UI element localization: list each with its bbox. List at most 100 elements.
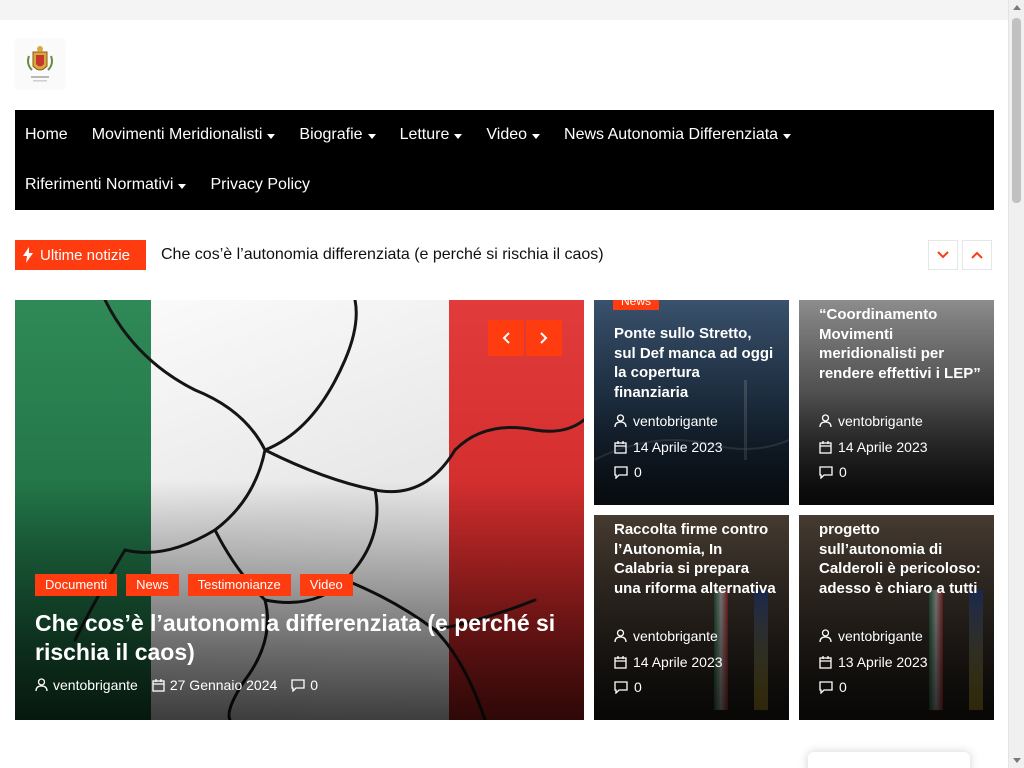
- card-author[interactable]: ventobrigante: [633, 628, 718, 644]
- featured-slider[interactable]: Documenti News Testimonianze Video Che cos’…: [15, 300, 584, 720]
- chevron-down-icon: [937, 251, 949, 259]
- hero-author[interactable]: ventobrigante: [53, 677, 138, 693]
- ticker-label: Ultime notizie: [15, 240, 146, 270]
- nav-item-label: Biografie: [299, 126, 363, 143]
- nav-item-label: Letture: [399, 126, 450, 143]
- card-comments[interactable]: 0: [839, 679, 847, 695]
- card-date[interactable]: 14 Aprile 2023: [633, 439, 723, 455]
- card-title[interactable]: Raccolta firme contro l’Autonomia, In Ca…: [614, 520, 776, 598]
- card-author[interactable]: ventobrigante: [633, 413, 718, 429]
- calendar-icon: [614, 655, 627, 669]
- category-tag-testimonianze[interactable]: Testimonianze: [187, 574, 291, 596]
- card-author-row: ventobrigante: [614, 628, 718, 644]
- nav-item-news-autonomia-differenziata[interactable]: News Autonomia Differenziata: [564, 126, 792, 144]
- chevron-right-icon: [540, 332, 548, 344]
- card-author-row: ventobrigante: [819, 413, 923, 429]
- caret-down-icon: [783, 133, 792, 139]
- category-tag-news[interactable]: News: [126, 574, 179, 596]
- nav-item-label: Privacy Policy: [210, 176, 311, 193]
- chevron-up-icon: [971, 251, 983, 259]
- card-title[interactable]: Ponte sullo Stretto, sul Def manca ad og…: [614, 324, 776, 402]
- page-scrollbar[interactable]: [1008, 0, 1024, 768]
- card-date[interactable]: 13 Aprile 2023: [838, 654, 928, 670]
- news-card[interactable]: Raccolta firme contro l’Autonomia, In Ca…: [594, 515, 789, 720]
- calendar-icon: [819, 655, 832, 669]
- card-date-row: 14 Aprile 2023: [819, 439, 928, 455]
- card-comments[interactable]: 0: [839, 464, 847, 480]
- nav-row: Home Movimenti Meridionalisti Biografie Let…: [15, 110, 994, 160]
- card-title[interactable]: progetto sull’autonomia di Calderoli è p…: [819, 520, 981, 598]
- comment-icon: [614, 680, 628, 694]
- calendar-icon: [819, 440, 832, 454]
- comment-icon: [291, 678, 305, 692]
- card-comments-row: 0: [819, 464, 847, 480]
- card-comments-row: 0: [614, 679, 642, 695]
- comment-icon: [819, 465, 833, 479]
- ticker-prev-button[interactable]: [962, 240, 992, 270]
- news-card[interactable]: News Ponte sullo Stretto, sul Def manca …: [594, 300, 789, 505]
- card-author[interactable]: ventobrigante: [838, 413, 923, 429]
- category-tag-documenti[interactable]: Documenti: [35, 574, 118, 596]
- nav-item-label: News Autonomia Differenziata: [564, 126, 779, 143]
- top-strip: [0, 0, 1008, 20]
- card-date[interactable]: 14 Aprile 2023: [633, 654, 723, 670]
- user-icon: [614, 629, 627, 643]
- nav-item-label: Home: [25, 126, 68, 143]
- scroll-thumb[interactable]: [1012, 18, 1021, 203]
- card-comments-row: 0: [819, 679, 847, 695]
- news-card[interactable]: “Coordinamento Movimenti meridionalisti …: [799, 300, 994, 505]
- site-logo[interactable]: [16, 40, 64, 88]
- hero-tags: Documenti News Testimonianze Video: [35, 574, 353, 596]
- scroll-up-icon[interactable]: [1013, 5, 1021, 10]
- hero-comments[interactable]: 0: [310, 677, 318, 693]
- card-comments-row: 0: [614, 464, 642, 480]
- nav-item-movimenti-meridionalisti[interactable]: Movimenti Meridionalisti: [92, 126, 276, 144]
- coat-of-arms-icon: [27, 46, 53, 82]
- scroll-down-icon[interactable]: [1013, 758, 1021, 763]
- user-icon: [819, 629, 832, 643]
- caret-down-icon: [267, 133, 276, 139]
- caret-down-icon: [532, 133, 541, 139]
- user-icon: [35, 678, 48, 692]
- card-comments[interactable]: 0: [634, 464, 642, 480]
- card-author-row: ventobrigante: [819, 628, 923, 644]
- slider-prev-button[interactable]: [488, 320, 524, 356]
- slider-next-button[interactable]: [526, 320, 562, 356]
- card-comments[interactable]: 0: [634, 679, 642, 695]
- chevron-left-icon: [502, 332, 510, 344]
- floating-widget[interactable]: [808, 752, 970, 768]
- user-icon: [614, 414, 627, 428]
- bolt-icon: [23, 247, 33, 263]
- calendar-icon: [152, 678, 165, 692]
- nav-item-letture[interactable]: Letture: [400, 126, 463, 144]
- nav-item-label: Video: [486, 126, 528, 143]
- caret-down-icon: [178, 183, 187, 189]
- nav-item-video[interactable]: Video: [486, 126, 541, 144]
- comment-icon: [614, 465, 628, 479]
- card-date-row: 14 Aprile 2023: [614, 654, 723, 670]
- nav-item-home[interactable]: Home: [25, 126, 68, 144]
- card-date[interactable]: 14 Aprile 2023: [838, 439, 928, 455]
- card-author[interactable]: ventobrigante: [838, 628, 923, 644]
- nav-item-privacy-policy[interactable]: Privacy Policy: [210, 176, 310, 194]
- category-tag-video[interactable]: Video: [299, 574, 353, 596]
- nav-item-biografie[interactable]: Biografie: [299, 126, 376, 144]
- card-date-row: 14 Aprile 2023: [614, 439, 723, 455]
- card-author-row: ventobrigante: [614, 413, 718, 429]
- hero-date[interactable]: 27 Gennaio 2024: [170, 677, 277, 693]
- caret-down-icon: [367, 133, 376, 139]
- card-category-tag[interactable]: News: [613, 300, 660, 310]
- ticker-next-button[interactable]: [928, 240, 958, 270]
- card-title[interactable]: “Coordinamento Movimenti meridionalisti …: [819, 305, 981, 383]
- hero-title[interactable]: Che cos’è l’autonomia differenziata (e p…: [35, 609, 565, 667]
- ticker-headline[interactable]: Che cos’è l’autonomia differenziata (e p…: [161, 240, 604, 270]
- news-ticker: Ultime notizie Che cos’è l’autonomia dif…: [15, 240, 994, 270]
- ticker-label-text: Ultime notizie: [40, 246, 131, 264]
- nav-item-label: Movimenti Meridionalisti: [91, 126, 263, 143]
- card-date-row: 13 Aprile 2023: [819, 654, 928, 670]
- news-card[interactable]: progetto sull’autonomia di Calderoli è p…: [799, 515, 994, 720]
- nav-item-riferimenti-normativi[interactable]: Riferimenti Normativi: [25, 176, 187, 194]
- user-icon: [819, 414, 832, 428]
- main-navigation: Home Movimenti Meridionalisti Biografie Let…: [15, 110, 994, 210]
- calendar-icon: [614, 440, 627, 454]
